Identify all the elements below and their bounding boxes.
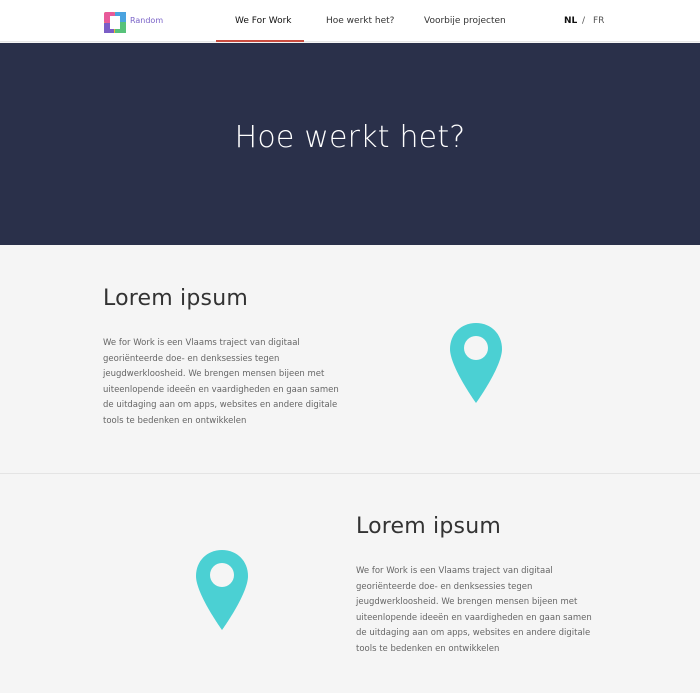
language-nl[interactable]: NL [564,16,577,26]
section-one-text: We for Work is een Vlaams traject van di… [103,338,339,426]
top-navigation: Random We For Work Hoe werkt het? Voorbi… [0,0,700,42]
section-one-title: Lorem ipsum [103,286,248,311]
section-two-title: Lorem ipsum [356,514,501,539]
location-pin-icon [196,550,248,630]
hero-title: Hoe werkt het? [234,120,466,155]
hero-section: Hoe werkt het? [0,43,700,245]
nav-voorbije-projecten[interactable]: Voorbije projecten [424,16,506,26]
brand-name[interactable]: Random [130,16,163,25]
language-fr[interactable]: FR [593,16,604,26]
language-separator: / [582,16,586,26]
nav-hoe-werkt-het[interactable]: Hoe werkt het? [326,16,394,26]
location-pin-icon [450,323,502,403]
section-two: Lorem ipsum We for Work is een Vlaams tr… [0,474,700,693]
section-two-text: We for Work is een Vlaams traject van di… [356,566,592,654]
nav-we-for-work[interactable]: We For Work [235,16,291,26]
active-nav-indicator [216,40,304,42]
section-one: Lorem ipsum We for Work is een Vlaams tr… [0,245,700,474]
random-logo-icon[interactable] [103,11,127,34]
